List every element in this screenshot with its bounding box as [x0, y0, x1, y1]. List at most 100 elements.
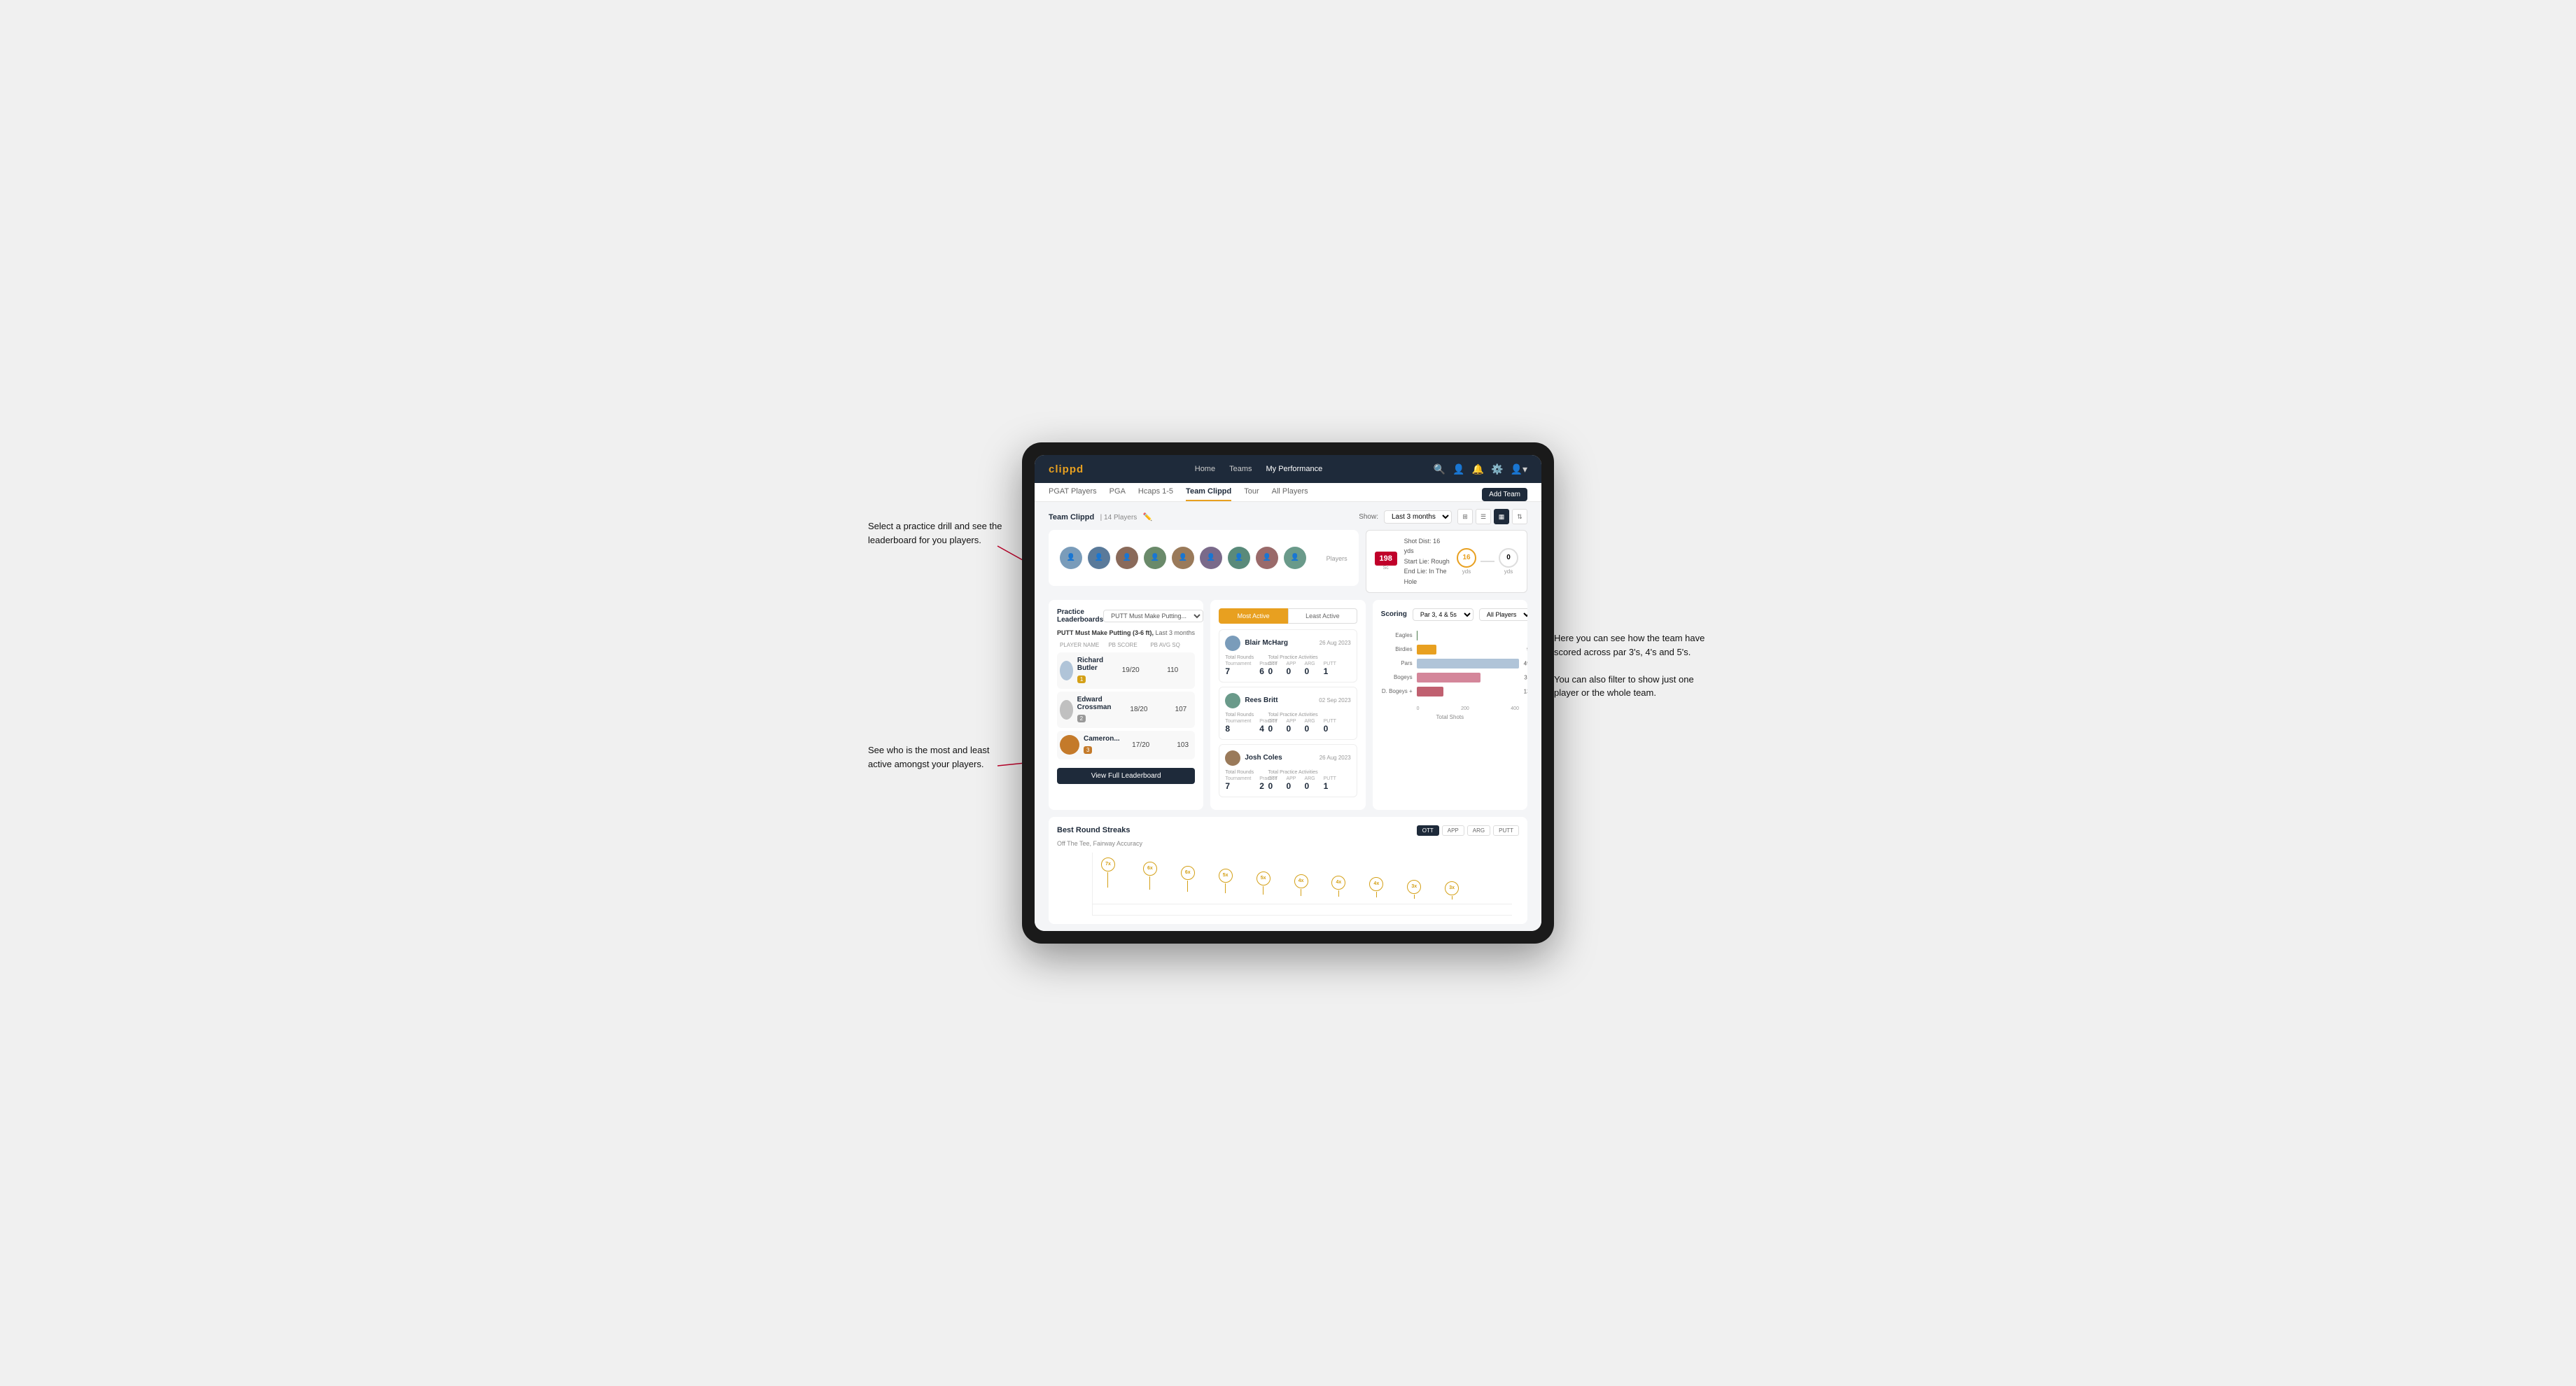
lb-badge-gold: 1 [1077, 676, 1086, 683]
nav-my-performance[interactable]: My Performance [1266, 465, 1323, 473]
streaks-btn-ott[interactable]: OTT [1417, 825, 1439, 836]
streak-point: 3x [1407, 886, 1421, 904]
lb-avatar [1060, 700, 1073, 720]
avatar[interactable]: 👤 [1200, 547, 1222, 569]
lb-player-name: Richard Butler [1077, 657, 1110, 672]
lb-card-header: Practice Leaderboards PUTT Must Make Put… [1057, 608, 1195, 624]
streak-point: 6x [1181, 879, 1195, 904]
avatar[interactable]: 👤 [1284, 547, 1306, 569]
practice-leaderboard-card: Practice Leaderboards PUTT Must Make Put… [1049, 600, 1203, 810]
tournament-val: 7 [1225, 666, 1251, 676]
streak-point: 4x [1369, 885, 1383, 904]
view-list-icon[interactable]: ☰ [1476, 509, 1491, 524]
main-content: Team Clippd | 14 Players ✏️ Show: Last 3… [1035, 502, 1541, 931]
chart-row-eagles: Eagles 3 [1381, 631, 1519, 640]
nav-home[interactable]: Home [1195, 465, 1215, 473]
activity-tabs: Most Active Least Active [1219, 608, 1357, 624]
putt-val: 1 [1324, 666, 1336, 676]
avatar[interactable]: 👤 [1088, 547, 1110, 569]
view-filter-icon[interactable]: ⇅ [1512, 509, 1527, 524]
shot-circle-end: 0 [1499, 548, 1518, 568]
avatar[interactable]: 👤 [1228, 547, 1250, 569]
players-filter-select[interactable]: All Players [1479, 608, 1527, 621]
list-item: Blair McHarg 26 Aug 2023 Total Rounds To [1219, 629, 1357, 682]
sub-nav: PGAT Players PGA Hcaps 1-5 Team Clippd T… [1035, 483, 1541, 502]
shot-info-box: 198 Sc Shot Dist: 16 yds Start Lie: Roug… [1366, 530, 1527, 593]
settings-icon[interactable]: ⚙️ [1491, 463, 1503, 475]
bar-pars [1417, 659, 1519, 668]
table-row: Edward Crossman 2 18/20 107 [1057, 692, 1195, 728]
subnav-pga[interactable]: PGA [1110, 487, 1126, 501]
pac-name: Josh Coles [1245, 754, 1282, 762]
streaks-filter-buttons: OTT APP ARG PUTT [1417, 825, 1519, 836]
search-icon[interactable]: 🔍 [1434, 463, 1446, 475]
list-item: Josh Coles 26 Aug 2023 Total Rounds Tour [1219, 744, 1357, 797]
view-full-leaderboard-button[interactable]: View Full Leaderboard [1057, 768, 1195, 784]
show-period-select[interactable]: Last 3 months [1384, 510, 1452, 524]
par-filter-select[interactable]: Par 3, 4 & 5s [1413, 608, 1474, 621]
shot-details: Shot Dist: 16 yds Start Lie: Rough End L… [1404, 536, 1450, 587]
avatar[interactable]: 👤 [1144, 547, 1166, 569]
lb-avg-score: 110 [1152, 666, 1194, 674]
players-label: Players [1326, 555, 1348, 562]
pac-avatar [1225, 750, 1240, 766]
shot-circle-start: 16 [1457, 548, 1476, 568]
tab-least-active[interactable]: Least Active [1288, 608, 1357, 624]
streaks-btn-app[interactable]: APP [1442, 825, 1464, 836]
add-team-button[interactable]: Add Team [1482, 488, 1527, 501]
page-wrapper: Select a practice drill and see the lead… [868, 442, 1708, 944]
view-grid-icon[interactable]: ⊞ [1457, 509, 1473, 524]
drill-select[interactable]: PUTT Must Make Putting... [1103, 610, 1203, 622]
pac-avatar [1225, 693, 1240, 708]
tab-most-active[interactable]: Most Active [1219, 608, 1288, 624]
avatar[interactable]: 👤 [1256, 547, 1278, 569]
streaks-btn-arg[interactable]: ARG [1467, 825, 1490, 836]
dash-line [1480, 561, 1494, 562]
scoring-title: Scoring [1381, 610, 1407, 618]
subnav-hcaps[interactable]: Hcaps 1-5 [1138, 487, 1173, 501]
three-col: Practice Leaderboards PUTT Must Make Put… [1049, 600, 1527, 810]
chart-row-birdies: Birdies 96 [1381, 645, 1519, 654]
lb-avatar [1060, 735, 1079, 755]
top-nav: clippd Home Teams My Performance 🔍 👤 🔔 ⚙… [1035, 455, 1541, 483]
scoring-chart: Eagles 3 Birdies [1381, 628, 1519, 704]
user-icon[interactable]: 👤 [1452, 463, 1464, 475]
streak-point: 7x [1101, 875, 1115, 904]
lb-pb-score: 18/20 [1118, 706, 1160, 713]
pac-name: Rees Britt [1245, 696, 1278, 704]
avatar[interactable]: 👤 [1172, 547, 1194, 569]
shot-circles: 16 yds 0 yds [1457, 548, 1518, 575]
subnav-tour[interactable]: Tour [1244, 487, 1259, 501]
avatar[interactable]: 👤 [1060, 547, 1082, 569]
lb-player-name: Edward Crossman [1077, 696, 1118, 711]
avatar[interactable]: 👤 [1116, 547, 1138, 569]
streaks-title: Best Round Streaks [1057, 826, 1130, 834]
nav-teams[interactable]: Teams [1229, 465, 1252, 473]
sub-nav-links: PGAT Players PGA Hcaps 1-5 Team Clippd T… [1049, 487, 1308, 501]
lb-subtitle: PUTT Must Make Putting (3-6 ft), Last 3 … [1057, 629, 1195, 636]
streaks-btn-putt[interactable]: PUTT [1493, 825, 1519, 836]
pac-avatar [1225, 636, 1240, 651]
subnav-team-clippd[interactable]: Team Clippd [1186, 487, 1231, 501]
activity-card: Most Active Least Active Blair McHarg 26… [1210, 600, 1365, 810]
show-controls: Show: Last 3 months ⊞ ☰ ▦ ⇅ [1359, 509, 1527, 524]
chart-x-labels: 0 200 400 [1381, 706, 1519, 711]
streaks-card: Best Round Streaks OTT APP ARG PUTT Off … [1049, 817, 1527, 924]
streak-point: 6x [1143, 877, 1157, 904]
streak-point: 4x [1294, 883, 1308, 904]
tablet-screen: clippd Home Teams My Performance 🔍 👤 🔔 ⚙… [1035, 455, 1541, 931]
annotation-3: Here you can see how the team have score… [1554, 631, 1708, 700]
arg-val: 0 [1304, 666, 1315, 676]
subnav-all-players[interactable]: All Players [1272, 487, 1308, 501]
streaks-subtitle: Off The Tee, Fairway Accuracy [1057, 840, 1519, 847]
avatar-icon[interactable]: 👤▾ [1511, 463, 1527, 475]
bar-dbogeys [1417, 687, 1443, 696]
view-card-icon[interactable]: ▦ [1494, 509, 1509, 524]
subnav-pgat[interactable]: PGAT Players [1049, 487, 1097, 501]
table-row: Richard Butler 1 19/20 110 [1057, 652, 1195, 689]
streak-point: 5x [1219, 881, 1233, 904]
list-item: Rees Britt 02 Sep 2023 Total Rounds Tour [1219, 687, 1357, 740]
lb-avg-score: 107 [1160, 706, 1202, 713]
players-section: 👤 👤 👤 👤 👤 👤 👤 👤 👤 Players [1049, 530, 1359, 586]
bell-icon[interactable]: 🔔 [1472, 463, 1484, 475]
